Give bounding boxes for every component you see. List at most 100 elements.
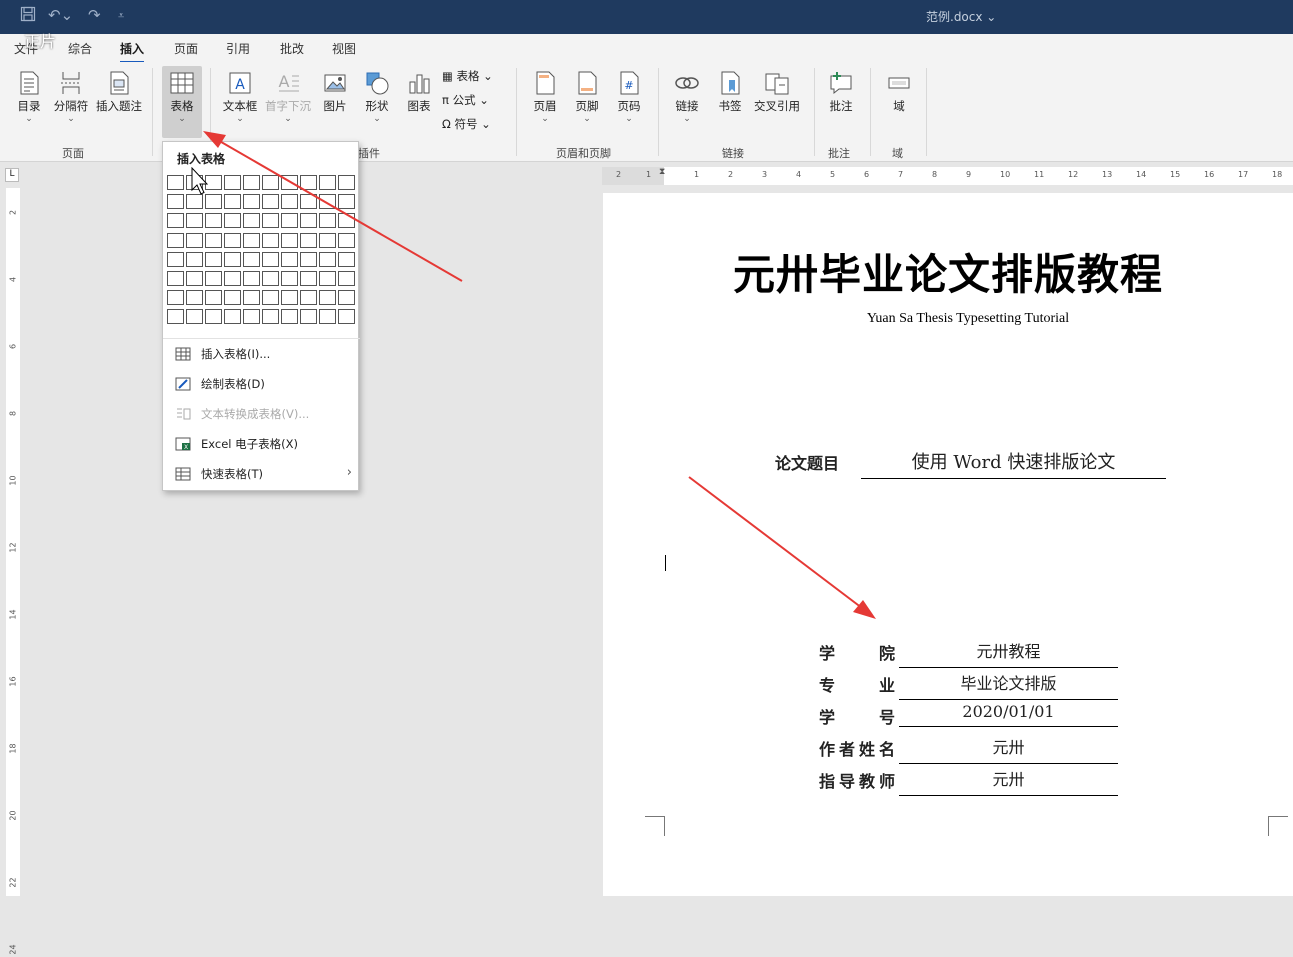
menu-item-text-to-table[interactable]: 文本转换成表格(V)... — [163, 400, 360, 428]
table-grid-cell[interactable] — [338, 213, 355, 229]
table-grid-cell[interactable] — [224, 232, 241, 248]
document-page[interactable]: 元卅毕业论文排版教程 Yuan Sa Thesis Typesetting Tu… — [603, 193, 1293, 896]
table-grid-cell[interactable] — [205, 213, 222, 229]
break-button[interactable]: 分隔符 ⌄ — [50, 70, 92, 124]
table-grid-cell[interactable] — [338, 175, 355, 190]
table-grid-cell[interactable] — [300, 271, 317, 286]
menu-item-insert-table[interactable]: 插入表格(I)... — [163, 340, 360, 368]
small-table-button[interactable]: ▦ 表格 ⌄ — [442, 68, 493, 84]
table-grid-cell[interactable] — [262, 213, 279, 229]
table-grid-cell[interactable] — [281, 194, 298, 210]
table-grid-cell[interactable] — [281, 271, 298, 286]
table-grid-cell[interactable] — [281, 309, 298, 325]
comment-button[interactable]: 批注 — [822, 70, 860, 114]
tab-selector-icon[interactable]: L — [5, 168, 19, 182]
table-grid-cell[interactable] — [205, 309, 222, 325]
table-grid-cell[interactable] — [186, 290, 203, 306]
field-button[interactable]: 域 — [880, 70, 918, 114]
table-grid-cell[interactable] — [262, 194, 279, 210]
table-grid-cell[interactable] — [243, 271, 260, 286]
table-grid-cell[interactable] — [167, 175, 184, 190]
table-grid-cell[interactable] — [281, 251, 298, 267]
table-grid-cell[interactable] — [338, 232, 355, 248]
tab-page[interactable]: 页面 — [174, 40, 198, 57]
table-grid-cell[interactable] — [338, 194, 355, 210]
table-grid-cell[interactable] — [300, 175, 317, 190]
formula-button[interactable]: π 公式 ⌄ — [442, 92, 489, 108]
menu-item-draw-table[interactable]: 绘制表格(D) — [163, 370, 360, 398]
table-grid-cell[interactable] — [243, 232, 260, 248]
table-grid-cell[interactable] — [338, 290, 355, 306]
table-grid-cell[interactable] — [167, 232, 184, 248]
table-grid-cell[interactable] — [224, 290, 241, 306]
redo-icon[interactable]: ↷ — [88, 6, 101, 24]
link-button[interactable]: 链接 ⌄ — [668, 70, 706, 124]
table-grid-cell[interactable] — [319, 309, 336, 325]
indent-marker-icon[interactable]: ⧗ — [659, 167, 665, 177]
table-grid-cell[interactable] — [243, 213, 260, 229]
table-grid-cell[interactable] — [262, 271, 279, 286]
table-grid-cell[interactable] — [243, 251, 260, 267]
bookmark-button[interactable]: 书签 — [712, 70, 748, 114]
document-title[interactable]: 范例.docx ⌄ — [926, 8, 996, 25]
save-icon[interactable] — [20, 6, 36, 26]
table-grid-cell[interactable] — [338, 271, 355, 286]
table-grid-cell[interactable] — [262, 290, 279, 306]
footer-button[interactable]: 页脚 ⌄ — [568, 70, 606, 124]
table-grid-cell[interactable] — [319, 232, 336, 248]
table-grid-cell[interactable] — [243, 194, 260, 210]
table-grid-cell[interactable] — [281, 213, 298, 229]
table-grid-cell[interactable] — [243, 309, 260, 325]
table-grid-cell[interactable] — [262, 232, 279, 248]
table-grid-cell[interactable] — [186, 271, 203, 286]
table-grid-cell[interactable] — [224, 309, 241, 325]
table-grid-cell[interactable] — [224, 251, 241, 267]
table-grid-cell[interactable] — [319, 271, 336, 286]
table-grid-cell[interactable] — [167, 251, 184, 267]
table-grid-cell[interactable] — [243, 290, 260, 306]
table-grid-cell[interactable] — [224, 271, 241, 286]
symbol-button[interactable]: Ω 符号 ⌄ — [442, 116, 491, 132]
header-button[interactable]: 页眉 ⌄ — [526, 70, 564, 124]
table-grid-cell[interactable] — [262, 309, 279, 325]
table-grid-cell[interactable] — [167, 271, 184, 286]
table-grid-cell[interactable] — [300, 290, 317, 306]
customize-qat-icon[interactable]: ⩡ — [118, 9, 124, 23]
table-grid-cell[interactable] — [243, 175, 260, 190]
page-number-button[interactable]: # 页码 ⌄ — [610, 70, 648, 124]
table-grid-cell[interactable] — [205, 251, 222, 267]
menu-item-excel-table[interactable]: X Excel 电子表格(X) — [163, 430, 360, 458]
table-grid-cell[interactable] — [186, 213, 203, 229]
textbox-button[interactable]: A 文本框 ⌄ — [218, 70, 262, 124]
table-grid-cell[interactable] — [186, 251, 203, 267]
table-grid-cell[interactable] — [224, 213, 241, 229]
table-grid-cell[interactable] — [281, 175, 298, 190]
table-grid-cell[interactable] — [319, 290, 336, 306]
tab-general[interactable]: 综合 — [68, 40, 92, 57]
table-grid-cell[interactable] — [338, 309, 355, 325]
toc-button[interactable]: 目录 ⌄ — [10, 70, 48, 124]
dropcap-button[interactable]: A 首字下沉 ⌄ — [262, 70, 314, 124]
tab-view[interactable]: 视图 — [332, 40, 356, 57]
table-grid-cell[interactable] — [300, 309, 317, 325]
table-grid-cell[interactable] — [205, 232, 222, 248]
picture-button[interactable]: 图片 — [316, 70, 354, 114]
table-grid-cell[interactable] — [262, 251, 279, 267]
chart-button[interactable]: 图表 — [400, 70, 438, 114]
table-grid-cell[interactable] — [319, 194, 336, 210]
table-grid-cell[interactable] — [300, 232, 317, 248]
tab-references[interactable]: 引用 — [226, 40, 250, 57]
insert-caption-button[interactable]: 插入题注 — [94, 70, 144, 114]
table-grid-cell[interactable] — [300, 194, 317, 210]
tab-insert[interactable]: 插入 — [120, 40, 145, 63]
shape-button[interactable]: 形状 ⌄ — [358, 70, 396, 124]
table-button[interactable]: 表格 ⌄ — [162, 66, 202, 138]
table-grid-cell[interactable] — [262, 175, 279, 190]
cross-reference-button[interactable]: 交叉引用 — [750, 70, 804, 114]
menu-item-quick-table[interactable]: 快速表格(T) › — [163, 460, 360, 488]
table-grid-cell[interactable] — [300, 251, 317, 267]
table-grid-cell[interactable] — [224, 194, 241, 210]
table-grid-cell[interactable] — [281, 290, 298, 306]
table-grid-cell[interactable] — [338, 251, 355, 267]
table-grid-cell[interactable] — [281, 232, 298, 248]
